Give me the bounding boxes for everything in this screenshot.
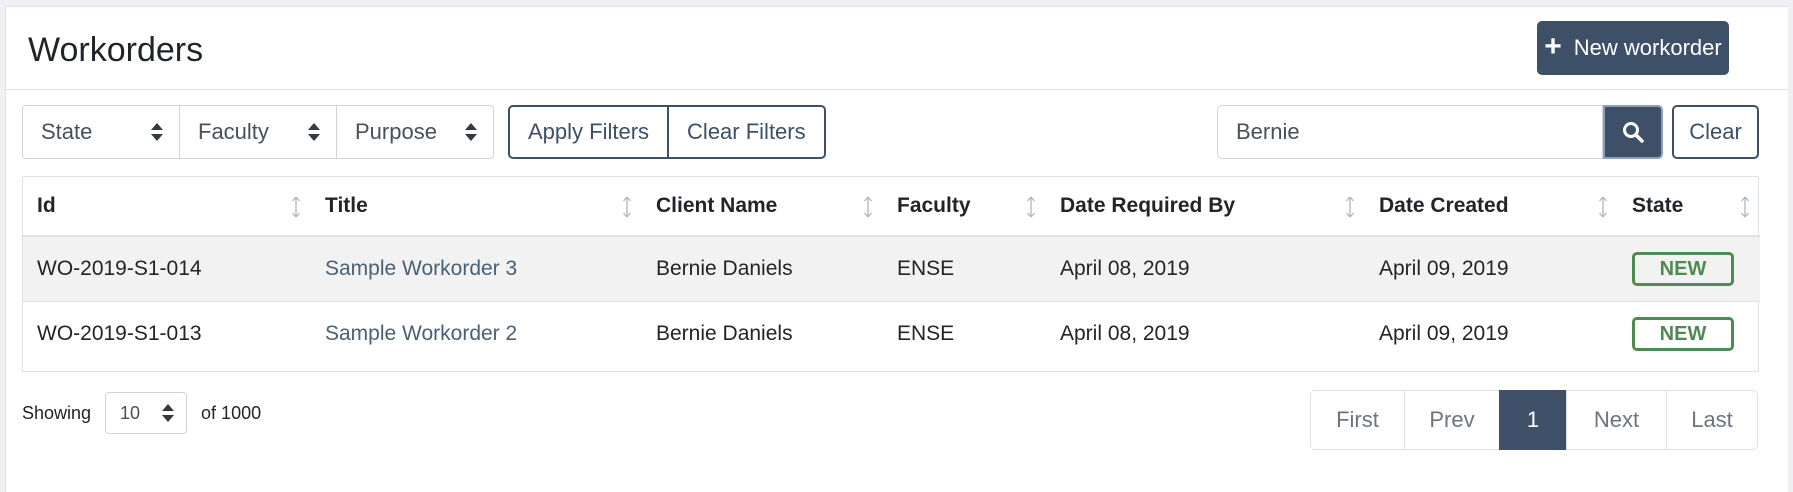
column-header-title[interactable]: Title xyxy=(311,177,642,237)
cell-title: Sample Workorder 3 xyxy=(311,235,642,302)
cell-id: WO-2019-S1-013 xyxy=(23,301,311,366)
workorder-title-link[interactable]: Sample Workorder 3 xyxy=(325,257,517,280)
cell-date-required: April 08, 2019 xyxy=(1046,301,1365,366)
cell-date-created: April 09, 2019 xyxy=(1365,235,1618,302)
cell-client-name: Bernie Daniels xyxy=(642,235,883,302)
sort-icon xyxy=(623,196,631,218)
column-label: Id xyxy=(37,194,56,217)
workorders-table: Id Title Client Name Faculty Date Requir… xyxy=(22,176,1760,372)
state-badge: NEW xyxy=(1632,252,1734,286)
cell-faculty: ENSE xyxy=(883,301,1046,366)
clear-search-button[interactable]: Clear xyxy=(1672,105,1759,159)
column-header-date-created[interactable]: Date Created xyxy=(1365,177,1618,237)
plus-icon: + xyxy=(1544,29,1562,63)
column-header-client-name[interactable]: Client Name xyxy=(642,177,883,237)
sort-icon xyxy=(864,196,872,218)
state-badge: NEW xyxy=(1632,317,1734,351)
cell-title: Sample Workorder 2 xyxy=(311,301,642,366)
table-row[interactable]: WO-2019-S1-013 Sample Workorder 2 Bernie… xyxy=(23,301,1760,366)
select-arrows-icon xyxy=(465,122,477,142)
page-prev-button[interactable]: Prev xyxy=(1404,390,1500,450)
table-row[interactable]: WO-2019-S1-014 Sample Workorder 3 Bernie… xyxy=(23,235,1760,302)
select-arrows-icon xyxy=(162,403,175,423)
new-workorder-button[interactable]: + New workorder xyxy=(1537,21,1729,75)
column-label: Title xyxy=(325,194,368,217)
select-arrows-icon xyxy=(151,122,163,142)
column-header-date-required[interactable]: Date Required By xyxy=(1046,177,1365,237)
column-label: State xyxy=(1632,194,1684,217)
pagination: First Prev 1 Next Last xyxy=(1310,390,1758,450)
table-header-row: Id Title Client Name Faculty Date Requir… xyxy=(23,177,1760,237)
column-header-id[interactable]: Id xyxy=(23,177,311,237)
cell-state: NEW xyxy=(1618,301,1760,366)
page-first-button[interactable]: First xyxy=(1310,390,1405,450)
card-header: Workorders + New workorder xyxy=(6,7,1788,90)
apply-filters-button[interactable]: Apply Filters xyxy=(508,105,670,159)
column-header-state[interactable]: State xyxy=(1618,177,1760,237)
search-input[interactable] xyxy=(1217,105,1603,159)
column-label: Client Name xyxy=(656,194,778,217)
cell-id: WO-2019-S1-014 xyxy=(23,235,311,302)
state-filter-label: State xyxy=(41,119,93,144)
showing-label: Showing xyxy=(22,402,92,423)
column-label: Date Created xyxy=(1379,194,1509,217)
cell-state: NEW xyxy=(1618,235,1760,302)
cell-date-required: April 08, 2019 xyxy=(1046,235,1365,302)
faculty-filter-label: Faculty xyxy=(198,119,269,144)
search-group xyxy=(1217,105,1663,159)
clear-filters-button[interactable]: Clear Filters xyxy=(667,105,826,159)
purpose-filter-label: Purpose xyxy=(355,119,437,144)
sort-icon xyxy=(1741,196,1749,218)
column-label: Date Required By xyxy=(1060,194,1236,217)
column-header-faculty[interactable]: Faculty xyxy=(883,177,1046,237)
sort-icon xyxy=(1599,196,1607,218)
select-arrows-icon xyxy=(308,122,320,142)
page-current-button[interactable]: 1 xyxy=(1499,390,1567,450)
page-size-value: 10 xyxy=(120,402,141,423)
sort-icon xyxy=(1027,196,1035,218)
cell-date-created: April 09, 2019 xyxy=(1365,301,1618,366)
column-label: Faculty xyxy=(897,194,971,217)
sort-icon xyxy=(1346,196,1354,218)
filter-buttons: Apply Filters Clear Filters xyxy=(508,105,826,159)
page-next-button[interactable]: Next xyxy=(1566,390,1667,450)
page-last-button[interactable]: Last xyxy=(1666,390,1758,450)
filter-selects: State Faculty Purpose xyxy=(22,105,494,159)
search-icon xyxy=(1623,122,1644,143)
sort-icon xyxy=(292,196,300,218)
cell-faculty: ENSE xyxy=(883,235,1046,302)
page-size-select[interactable]: 10 xyxy=(105,392,188,434)
cell-client-name: Bernie Daniels xyxy=(642,301,883,366)
total-label: of 1000 xyxy=(201,402,262,423)
page-title: Workorders xyxy=(28,31,204,69)
state-filter-select[interactable]: State xyxy=(22,105,180,159)
search-button[interactable] xyxy=(1603,105,1663,159)
workorder-title-link[interactable]: Sample Workorder 2 xyxy=(325,322,517,345)
page-size-control: Showing 10 of 1000 xyxy=(22,392,261,434)
purpose-filter-select[interactable]: Purpose xyxy=(336,105,494,159)
new-workorder-label: New workorder xyxy=(1573,35,1722,60)
faculty-filter-select[interactable]: Faculty xyxy=(179,105,337,159)
